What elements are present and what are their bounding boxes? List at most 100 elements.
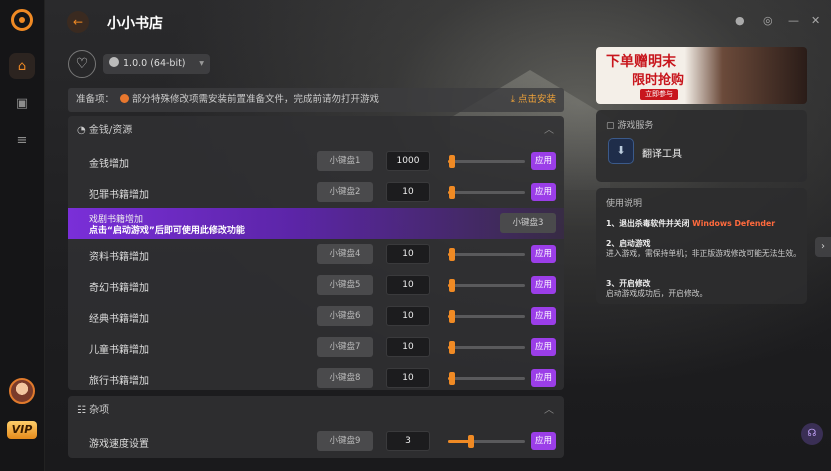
section-misc: ☷ 杂项 ︿ 游戏速度设置 小键盘9 3 应用 xyxy=(68,396,564,458)
cheat-row: 奇幻书籍增加 小键盘5 10 应用 xyxy=(68,270,564,301)
cheat-row: 犯罪书籍增加 小键盘2 10 应用 xyxy=(68,177,564,208)
value-input[interactable]: 10 xyxy=(386,275,430,295)
value-slider[interactable] xyxy=(448,310,525,323)
close-icon[interactable]: ✕ xyxy=(811,14,820,27)
value-input[interactable]: 10 xyxy=(386,368,430,388)
cheat-label: 旅行书籍增加 xyxy=(89,376,149,387)
value-slider[interactable] xyxy=(448,186,525,199)
prep-bar: 准备项： 部分特殊修改项需安装前置准备文件，完成前请勿打开游戏 ⤓ 点击安装 xyxy=(68,88,564,112)
app-logo-icon xyxy=(11,9,33,31)
storage-icon[interactable]: ≡ xyxy=(9,127,35,153)
collapse-icon[interactable]: ︿ xyxy=(544,116,554,146)
value-slider[interactable] xyxy=(448,155,525,168)
value-input[interactable]: 3 xyxy=(386,431,430,451)
translate-tool-link[interactable]: 翻译工具 xyxy=(642,145,682,160)
promo-banner[interactable]: 下单赠明末 限时抢购 立即参与 xyxy=(596,47,807,104)
version-select[interactable]: 1.0.0 (64-bit) ▾ xyxy=(103,54,210,74)
hotkey-button[interactable]: 小键盘3 xyxy=(500,213,556,233)
usage-step1-text: 1、退出杀毒软件并关闭 xyxy=(606,219,690,228)
usage-title: 使用说明 xyxy=(606,199,643,209)
back-button[interactable]: ← xyxy=(67,11,89,33)
value-input[interactable]: 10 xyxy=(386,244,430,264)
slider-handle[interactable] xyxy=(448,372,455,385)
section-header[interactable]: ☷ 杂项 ︿ xyxy=(68,396,564,426)
settings-icon[interactable]: ● xyxy=(735,14,745,27)
usage-step3-text: 启动游戏成功后，开启修改。 xyxy=(606,289,708,298)
slider-handle[interactable] xyxy=(448,341,455,354)
cheat-row: 经典书籍增加 小键盘6 10 应用 xyxy=(68,301,564,332)
chevron-right-icon[interactable]: › xyxy=(815,237,831,257)
banner-title: 下单赠明末 xyxy=(606,54,676,70)
usage-step1: 1、退出杀毒软件并关闭 Windows Defender xyxy=(606,218,801,229)
value-slider[interactable] xyxy=(448,435,525,448)
apply-button[interactable]: 应用 xyxy=(531,276,556,294)
service-title: ▢ 游戏服务 xyxy=(606,118,653,131)
cheat-row: 儿童书籍增加 小键盘7 10 应用 xyxy=(68,332,564,363)
vip-badge[interactable]: VIP xyxy=(7,421,37,439)
hotkey-button[interactable]: 小键盘1 xyxy=(317,151,373,171)
slider-handle[interactable] xyxy=(448,186,455,199)
collapse-icon[interactable]: ︿ xyxy=(544,396,554,426)
locked-hint: 点击“启动游戏”后即可使用此修改功能 xyxy=(89,226,245,236)
hotkey-button[interactable]: 小键盘9 xyxy=(317,431,373,451)
cheat-label: 游戏速度设置 xyxy=(89,439,149,450)
locked-cheat-row: 戏剧书籍增加 点击“启动游戏”后即可使用此修改功能 小键盘3 xyxy=(68,208,564,239)
slider-handle[interactable] xyxy=(448,310,455,323)
cheat-row: 资料书籍增加 小键盘4 10 应用 xyxy=(68,239,564,270)
hotkey-button[interactable]: 小键盘7 xyxy=(317,337,373,357)
value-slider[interactable] xyxy=(448,341,525,354)
hotkey-button[interactable]: 小键盘2 xyxy=(317,182,373,202)
apply-button[interactable]: 应用 xyxy=(531,338,556,356)
install-button[interactable]: ⤓ 点击安装 xyxy=(511,88,556,112)
cheat-label: 金钱增加 xyxy=(89,159,129,170)
list-icon: ☷ xyxy=(77,405,86,416)
apply-button[interactable]: 应用 xyxy=(531,152,556,170)
value-slider[interactable] xyxy=(448,248,525,261)
usage-step2-text: 进入游戏，需保持单机；非正版游戏修改可能无法生效。 xyxy=(606,249,801,258)
banner-button[interactable]: 立即参与 xyxy=(640,89,678,100)
hotkey-button[interactable]: 小键盘6 xyxy=(317,306,373,326)
version-label: 1.0.0 (64-bit) xyxy=(123,58,186,69)
slider-handle[interactable] xyxy=(468,435,475,448)
cheat-row: 游戏速度设置 小键盘9 3 应用 xyxy=(68,426,564,457)
chevron-down-icon: ▾ xyxy=(199,58,204,69)
headset-icon[interactable]: ☊ xyxy=(801,423,823,445)
minimize-icon[interactable]: — xyxy=(788,14,799,27)
prep-text: 部分特殊修改项需安装前置准备文件，完成前请勿打开游戏 xyxy=(132,94,380,105)
value-input[interactable]: 1000 xyxy=(386,151,430,171)
value-slider[interactable] xyxy=(448,372,525,385)
value-input[interactable]: 10 xyxy=(386,337,430,357)
usage-step1-red: Windows Defender xyxy=(692,219,776,228)
steam-icon xyxy=(109,57,119,67)
cheat-label: 犯罪书籍增加 xyxy=(89,190,149,201)
money-icon: ◔ xyxy=(77,125,86,136)
apply-button[interactable]: 应用 xyxy=(531,307,556,325)
service-title-text: 游戏服务 xyxy=(617,121,654,131)
favorite-button[interactable]: ♡ xyxy=(68,50,96,78)
apply-button[interactable]: 应用 xyxy=(531,369,556,387)
value-input[interactable]: 10 xyxy=(386,182,430,202)
warning-icon xyxy=(120,94,130,103)
banner-subtitle: 限时抢购 xyxy=(632,73,685,88)
avatar[interactable] xyxy=(9,378,35,404)
gamepad-icon[interactable]: ▣ xyxy=(9,90,35,116)
section-header[interactable]: ◔ 金钱/资源 ︿ xyxy=(68,116,564,146)
hotkey-button[interactable]: 小键盘5 xyxy=(317,275,373,295)
slider-handle[interactable] xyxy=(448,248,455,261)
install-label: 点击安装 xyxy=(517,94,556,105)
cheat-row: 旅行书籍增加 小键盘8 10 应用 xyxy=(68,363,564,394)
apply-button[interactable]: 应用 xyxy=(531,245,556,263)
value-input[interactable]: 10 xyxy=(386,306,430,326)
apply-button[interactable]: 应用 xyxy=(531,432,556,450)
download-icon[interactable]: ⬇ xyxy=(608,138,634,164)
slider-handle[interactable] xyxy=(448,155,455,168)
slider-handle[interactable] xyxy=(448,279,455,292)
apply-button[interactable]: 应用 xyxy=(531,183,556,201)
hotkey-button[interactable]: 小键盘4 xyxy=(317,244,373,264)
cheat-label: 儿童书籍增加 xyxy=(89,345,149,356)
home-icon[interactable]: ⌂ xyxy=(9,53,35,79)
hotkey-button[interactable]: 小键盘8 xyxy=(317,368,373,388)
section-money: ◔ 金钱/资源 ︿ 金钱增加 小键盘1 1000 应用 犯罪书籍增加 小键盘2 10 应用 戏剧… xyxy=(68,116,564,390)
value-slider[interactable] xyxy=(448,279,525,292)
refresh-icon[interactable]: ◎ xyxy=(763,14,773,27)
